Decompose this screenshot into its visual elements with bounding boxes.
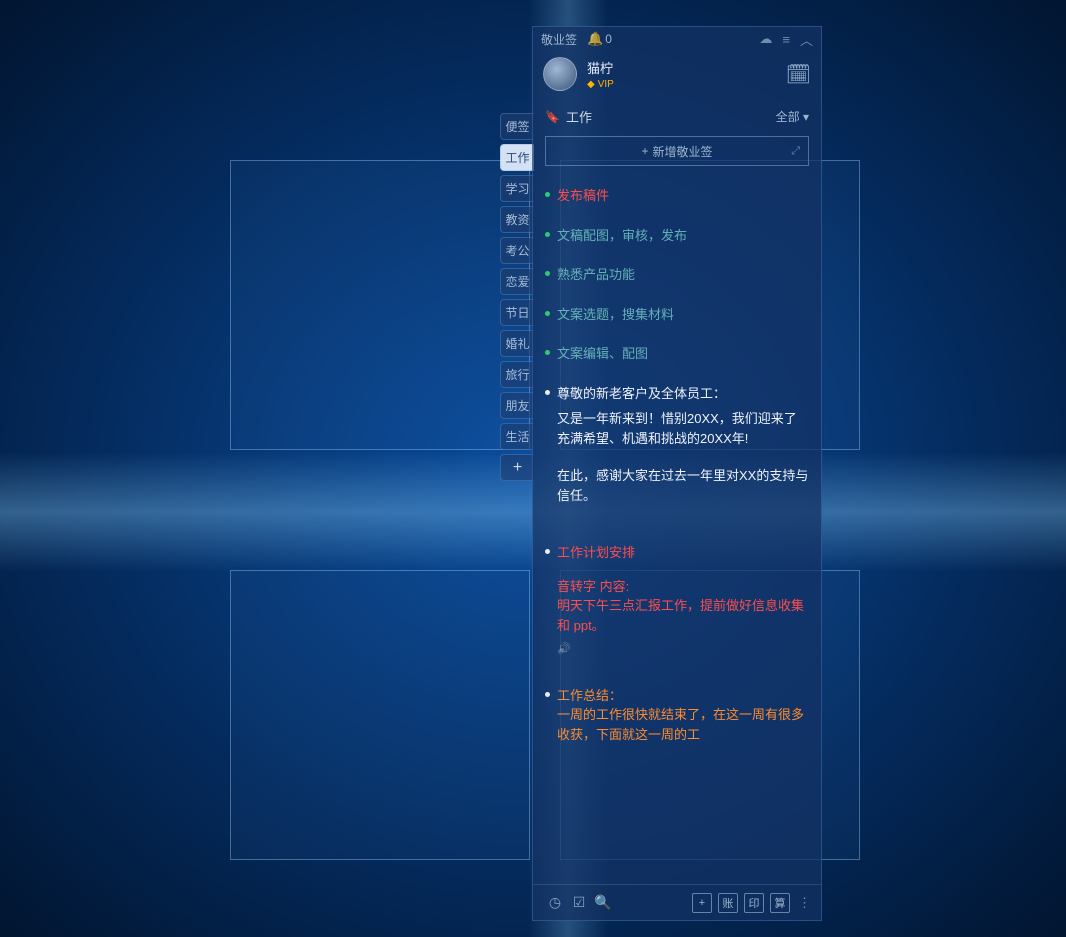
note-sub-label: 音转字 内容: (557, 577, 809, 597)
section-header: 🔖 工作 全部 ▾ (533, 101, 821, 132)
user-name: 猫柠 (587, 58, 786, 77)
calc-button[interactable]: 算 (770, 893, 790, 913)
plus-icon: + (641, 144, 648, 158)
add-note-label: 新增敬业签 (653, 143, 713, 160)
note-title: 熟悉产品功能 (557, 265, 809, 285)
checklist-icon[interactable]: ☑ (567, 894, 591, 911)
chevron-down-icon: ▾ (803, 110, 809, 124)
side-tab-travel[interactable]: 旅行 (500, 361, 534, 388)
expand-icon: ⤢ (791, 145, 800, 158)
bell-icon[interactable]: 🔔 (587, 31, 603, 47)
note-item[interactable]: 文案选题，搜集材料 (545, 295, 809, 335)
stamp-button[interactable]: 印 (744, 893, 764, 913)
side-tab-exam[interactable]: 考公 (500, 237, 534, 264)
section-title: 工作 (566, 107, 592, 126)
side-tabs: 便签 工作 学习 教资 考公 恋爱 节日 婚礼 旅行 朋友 生活 + (500, 113, 534, 485)
side-tab-wedding[interactable]: 婚礼 (500, 330, 534, 357)
notes-list: 发布稿件 文稿配图，审核，发布 熟悉产品功能 文案选题，搜集材料 文案编辑、配图… (533, 176, 821, 884)
vip-label: VIP (598, 79, 614, 90)
add-note-button[interactable]: + 新增敬业签 ⤢ (545, 136, 809, 166)
note-item[interactable]: 文稿配图，审核，发布 (545, 216, 809, 256)
avatar[interactable] (543, 57, 577, 91)
vip-badge: ◆ VIP (587, 79, 786, 90)
clock-icon[interactable]: ◷ (543, 894, 567, 911)
note-title: 文案编辑、配图 (557, 344, 809, 364)
bookmark-icon: 🔖 (545, 110, 560, 124)
side-tab-notes[interactable]: 便签 (500, 113, 534, 140)
note-body: 又是一年新来到！惜别20XX，我们迎来了充满希望、机遇和挑战的20XX年! (557, 409, 809, 448)
account-button[interactable]: 账 (718, 893, 738, 913)
note-item[interactable]: 文案编辑、配图 (545, 334, 809, 374)
note-title: 文案选题，搜集材料 (557, 305, 809, 325)
titlebar: 敬业签 🔔 0 ☁ ≡ ︿ (533, 27, 821, 51)
collapse-icon[interactable]: ︿ (800, 30, 813, 49)
filter-dropdown[interactable]: 全部 ▾ (776, 108, 809, 125)
note-title: 尊敬的新老客户及全体员工： (557, 384, 809, 404)
cloud-sync-icon[interactable]: ☁ (759, 31, 772, 47)
speaker-icon: 🔊 (557, 641, 809, 658)
note-sub: 明天下午三点汇报工作，提前做好信息收集和 ppt。 (557, 596, 809, 635)
note-body: 一周的工作很快就结束了，在这一周有很多收获，下面就这一周的工 (557, 705, 809, 744)
side-tab-love[interactable]: 恋爱 (500, 268, 534, 295)
note-item[interactable]: 工作计划安排 音转字 内容: 明天下午三点汇报工作，提前做好信息收集和 ppt。… (545, 533, 809, 668)
diamond-icon: ◆ (587, 79, 595, 90)
side-tab-teach[interactable]: 教资 (500, 206, 534, 233)
note-title: 发布稿件 (557, 186, 809, 206)
bottombar: ◷ ☑ 🔍 + 账 印 算 ⋮ (533, 884, 821, 920)
add-button[interactable]: + (692, 893, 712, 913)
note-item[interactable]: 发布稿件 (545, 176, 809, 216)
note-item[interactable]: 熟悉产品功能 (545, 255, 809, 295)
bell-count: 0 (605, 32, 612, 46)
side-tab-add[interactable]: + (500, 454, 534, 481)
side-tab-work[interactable]: 工作 (500, 144, 534, 171)
app-window: 敬业签 🔔 0 ☁ ≡ ︿ 猫柠 ◆ VIP 🗓 🔖 工作 全部 ▾ + 新增敬… (532, 26, 822, 921)
side-tab-holiday[interactable]: 节日 (500, 299, 534, 326)
note-title: 文稿配图，审核，发布 (557, 226, 809, 246)
note-item[interactable]: 工作总结： 一周的工作很快就结束了，在这一周有很多收获，下面就这一周的工 (545, 676, 809, 755)
side-tab-friend[interactable]: 朋友 (500, 392, 534, 419)
menu-icon[interactable]: ≡ (782, 32, 790, 47)
note-item[interactable]: 尊敬的新老客户及全体员工： 又是一年新来到！惜别20XX，我们迎来了充满希望、机… (545, 374, 809, 516)
note-title: 工作总结： (557, 686, 809, 706)
note-title: 工作计划安排 (557, 543, 809, 563)
search-icon[interactable]: 🔍 (591, 894, 615, 911)
user-row: 猫柠 ◆ VIP 🗓 (533, 51, 821, 101)
note-body: 在此，感谢大家在过去一年里对XX的支持与信任。 (557, 466, 809, 505)
app-title: 敬业签 (541, 31, 577, 48)
calendar-icon[interactable]: 🗓 (786, 62, 811, 87)
side-tab-study[interactable]: 学习 (500, 175, 534, 202)
side-tab-life[interactable]: 生活 (500, 423, 534, 450)
more-icon[interactable]: ⋮ (798, 895, 811, 911)
